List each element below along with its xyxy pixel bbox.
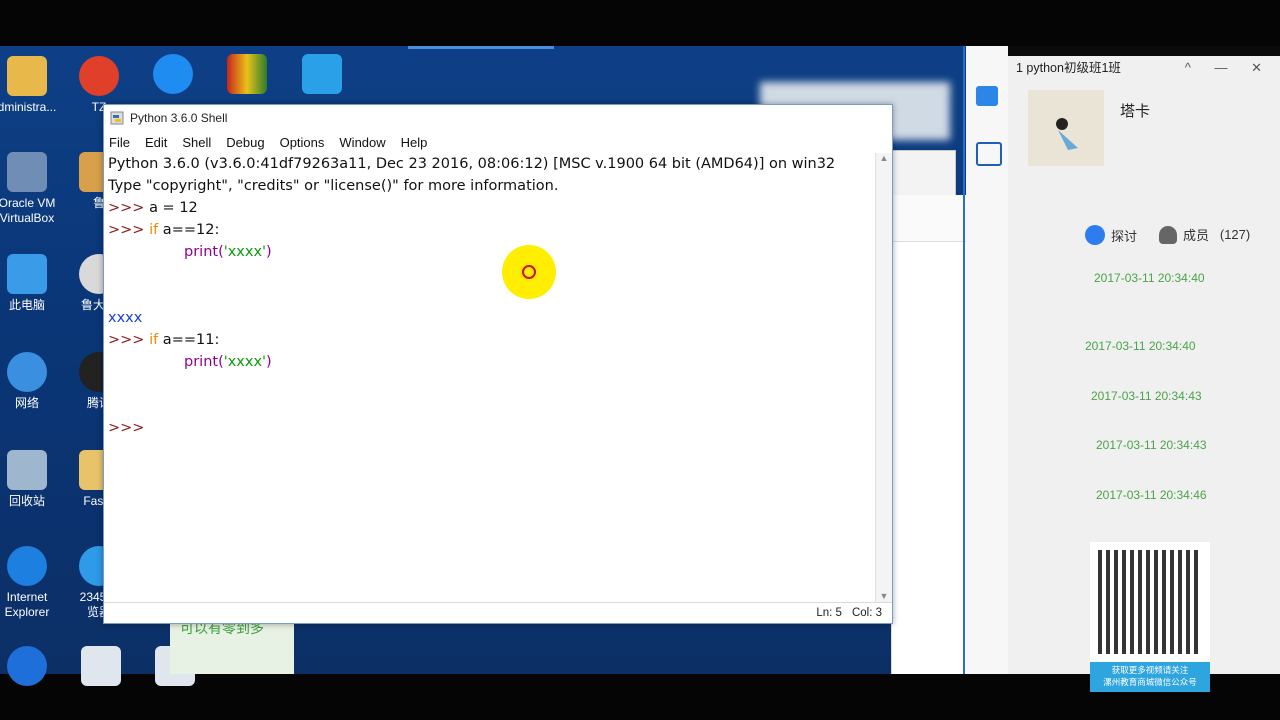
qr-code-box: 获取更多视频请关注 漯州教育商城微信公众号 bbox=[1090, 542, 1210, 692]
desktop-icon-recycle-bin[interactable]: 回收站 bbox=[0, 450, 62, 509]
folder-user-icon bbox=[7, 56, 47, 96]
code-line: >>> a = 12 bbox=[108, 197, 874, 219]
message-timestamp: 2017-03-11 20:34:43 bbox=[1091, 389, 1202, 403]
qr-caption: 获取更多视频请关注 漯州教育商城微信公众号 bbox=[1090, 662, 1210, 692]
desktop-icon-browser[interactable] bbox=[138, 54, 208, 98]
member-count: (127) bbox=[1219, 227, 1251, 242]
shell-titlebar[interactable]: Python 3.6.0 Shell bbox=[104, 105, 892, 131]
menu-help[interactable]: Help bbox=[401, 135, 428, 150]
window-border bbox=[963, 46, 965, 674]
code-text: a = 12 bbox=[149, 200, 198, 216]
builtin: ) bbox=[266, 244, 272, 260]
chat-bubble-icon bbox=[1085, 225, 1105, 245]
desktop-icon-ie[interactable]: Internet Explorer bbox=[0, 546, 62, 620]
desktop-icon-key[interactable] bbox=[287, 54, 357, 98]
builtin: print( bbox=[184, 354, 224, 370]
desktop-icon-pyfile1[interactable] bbox=[66, 646, 136, 690]
vertical-scrollbar[interactable]: ▲ ▼ bbox=[875, 153, 892, 603]
keyword: if bbox=[149, 222, 159, 238]
python-file-icon bbox=[81, 646, 121, 686]
letterbox-top bbox=[0, 0, 1280, 46]
virtualbox-icon bbox=[7, 152, 47, 192]
status-column: Col: 3 bbox=[851, 607, 882, 619]
network-globe-icon bbox=[7, 352, 47, 392]
chat-side-toolbar bbox=[966, 46, 1008, 674]
message-timestamp: 2017-03-11 20:34:40 bbox=[1094, 271, 1205, 285]
code-text: a==11: bbox=[158, 332, 220, 348]
menu-shell[interactable]: Shell bbox=[182, 135, 211, 150]
menu-file[interactable]: File bbox=[109, 135, 130, 150]
stdout-line: xxxx bbox=[108, 310, 143, 326]
recycle-bin-icon bbox=[7, 450, 47, 490]
key-icon bbox=[302, 54, 342, 94]
archive-icon bbox=[227, 54, 267, 94]
desktop-icon-virtualbox[interactable]: Oracle VM VirtualBox bbox=[0, 152, 62, 226]
builtin: ) bbox=[266, 354, 272, 370]
code-line: >>> if a==12: bbox=[108, 219, 874, 241]
python-logo-icon bbox=[110, 111, 124, 125]
code-text: a==12: bbox=[158, 222, 220, 238]
person-icon bbox=[1159, 225, 1177, 244]
tv-icon[interactable] bbox=[976, 86, 998, 106]
browser-icon bbox=[153, 54, 193, 94]
prompt: >>> bbox=[108, 222, 150, 238]
menu-options[interactable]: Options bbox=[280, 135, 325, 150]
message-timestamp: 2017-03-11 20:34:43 bbox=[1096, 438, 1207, 452]
prompt: >>> bbox=[108, 200, 150, 216]
desktop-icon-winrar[interactable] bbox=[212, 54, 282, 98]
chat-window-controls[interactable]: ^ — ✕ bbox=[1185, 56, 1272, 80]
shell-editor[interactable]: Python 3.6.0 (v3.6.0:41df79263a11, Dec 2… bbox=[108, 153, 874, 603]
menu-edit[interactable]: Edit bbox=[145, 135, 167, 150]
scroll-down-icon[interactable]: ▼ bbox=[876, 591, 892, 601]
desktop-icon-network[interactable]: 网络 bbox=[0, 352, 62, 411]
avatar[interactable] bbox=[1028, 90, 1104, 166]
prompt: >>> bbox=[108, 332, 150, 348]
message-timestamp: 2017-03-11 20:34:40 bbox=[1085, 339, 1196, 353]
code-line: print('xxxx') bbox=[108, 241, 874, 263]
message-timestamp: 2017-03-11 20:34:46 bbox=[1096, 488, 1207, 502]
keyword: if bbox=[149, 332, 159, 348]
scroll-up-icon[interactable]: ▲ bbox=[876, 153, 892, 163]
tab-members[interactable]: 成员 (127) bbox=[1159, 225, 1250, 244]
tab-discuss[interactable]: 探讨 bbox=[1085, 225, 1137, 245]
code-line: >>> if a==11: bbox=[108, 329, 874, 351]
banner-line-1: Python 3.6.0 (v3.6.0:41df79263a11, Dec 2… bbox=[108, 156, 836, 172]
desktop-icon-this-pc[interactable]: 此电脑 bbox=[0, 254, 62, 313]
qr-code-icon bbox=[1098, 550, 1202, 654]
teamviewer-icon bbox=[7, 646, 47, 686]
bird-app-icon bbox=[79, 56, 119, 96]
string-literal: 'xxxx' bbox=[223, 244, 267, 260]
chat-tabs: 探讨 成员 (127) bbox=[1081, 220, 1280, 250]
current-prompt: >>> bbox=[108, 420, 145, 436]
menu-debug[interactable]: Debug bbox=[226, 135, 264, 150]
menu-window[interactable]: Window bbox=[339, 135, 385, 150]
banner-line-2: Type "copyright", "credits" or "license(… bbox=[108, 178, 559, 194]
shell-title: Python 3.6.0 Shell bbox=[130, 111, 228, 125]
cursor-highlight-icon bbox=[502, 245, 556, 299]
internet-explorer-icon bbox=[7, 546, 47, 586]
desktop-icon-admin[interactable]: dministra... bbox=[0, 56, 62, 115]
active-task-indicator bbox=[408, 46, 554, 49]
chat-header: 1 python初级班1班 ^ — ✕ bbox=[1008, 56, 1280, 80]
username: 塔卡 bbox=[1120, 103, 1151, 120]
shell-menubar: File Edit Shell Debug Options Window Hel… bbox=[104, 131, 892, 153]
code-line: print('xxxx') bbox=[108, 351, 874, 373]
python-shell-window[interactable]: Python 3.6.0 Shell File Edit Shell Debug… bbox=[103, 104, 893, 624]
status-line: Ln: 5 bbox=[816, 607, 842, 619]
chat-title: 1 python初级班1班 bbox=[1016, 61, 1121, 75]
computer-icon bbox=[7, 254, 47, 294]
string-literal: 'xxxx' bbox=[223, 354, 267, 370]
shell-statusbar: Ln: 5 Col: 3 bbox=[104, 602, 892, 623]
desktop-icon-teamviewer[interactable] bbox=[0, 646, 62, 690]
cursor-ring-icon bbox=[522, 265, 536, 279]
screen-share-icon[interactable] bbox=[976, 142, 1002, 166]
builtin: print( bbox=[184, 244, 224, 260]
